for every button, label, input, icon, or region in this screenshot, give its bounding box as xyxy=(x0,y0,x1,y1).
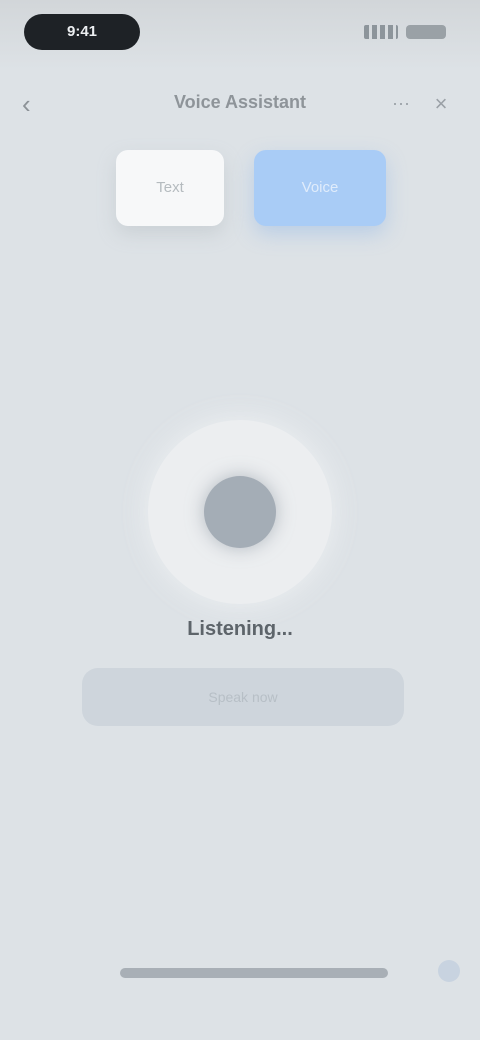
voice-status: Listening... xyxy=(187,618,293,640)
home-indicator[interactable] xyxy=(120,968,388,978)
status-bar: 9:41 xyxy=(0,0,480,70)
tab-text[interactable]: Text xyxy=(116,150,224,226)
mode-tabs: Text Voice xyxy=(104,150,386,230)
close-icon[interactable]: × xyxy=(430,92,452,116)
page-title: Voice Assistant xyxy=(173,92,307,112)
back-icon[interactable]: ‹ xyxy=(22,90,46,118)
tab-voice[interactable]: Voice xyxy=(254,150,386,226)
assistant-icon[interactable] xyxy=(438,960,460,982)
voice-button[interactable] xyxy=(148,420,332,604)
status-time: 9:41 xyxy=(24,14,140,50)
status-indicators xyxy=(364,24,446,40)
bottom-bar xyxy=(0,950,480,1000)
signal-icon xyxy=(364,25,398,39)
top-header: ‹ Voice Assistant ⋯ × xyxy=(0,82,480,126)
battery-icon xyxy=(406,25,446,39)
mic-icon xyxy=(204,476,276,548)
more-icon[interactable]: ⋯ xyxy=(392,94,412,114)
voice-hint: Speak now xyxy=(82,668,404,726)
